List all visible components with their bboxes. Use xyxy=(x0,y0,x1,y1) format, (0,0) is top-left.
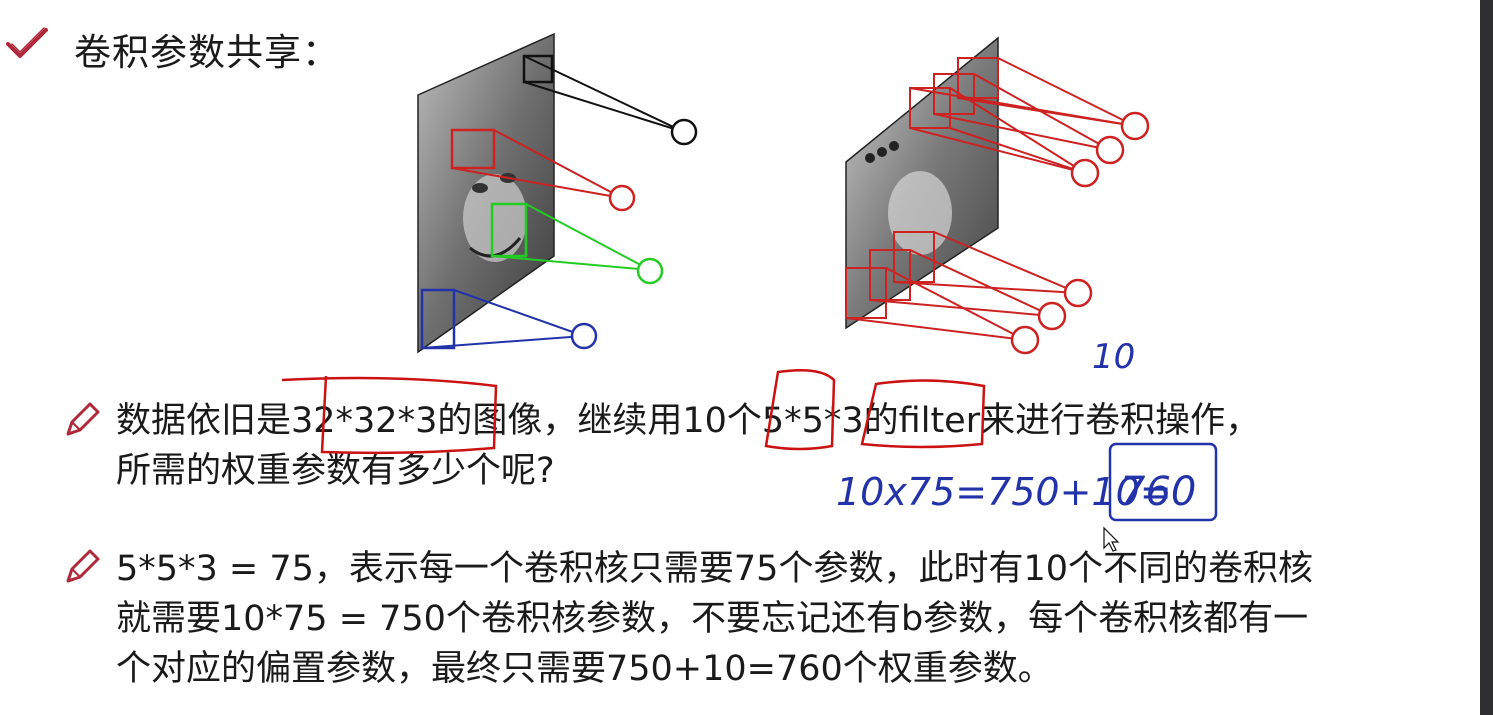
slide-title: 卷积参数共享： xyxy=(74,31,340,74)
neuron-blue xyxy=(570,322,598,350)
neuron-shared-1 xyxy=(1120,111,1150,141)
right-conv-figure xyxy=(845,36,1150,355)
neuron-shared-5 xyxy=(1037,301,1067,331)
neuron-shared-4 xyxy=(1063,278,1093,308)
pencil-icon-2 xyxy=(66,549,100,583)
neuron-shared-3 xyxy=(1070,158,1100,188)
answer-line-2: 就需要10*75 = 750个卷积核参数，不要忘记还有b参数，每个卷积核都有一 xyxy=(116,599,1309,639)
answer-line-3: 个对应的偏置参数，最终只需要750+10=760个权重参数。 xyxy=(116,649,1053,689)
neuron-black xyxy=(670,118,698,146)
left-conv-figure xyxy=(417,32,698,354)
answer-paragraph: 5*5*3 = 75，表示每一个卷积核只需要75个参数，此时有10个不同的卷积核… xyxy=(116,544,1313,694)
question-line-2: 所需的权重参数有多少个呢? xyxy=(116,451,555,491)
neuron-shared-6 xyxy=(1010,325,1040,355)
neuron-shared-2 xyxy=(1095,135,1125,165)
answer-line-1: 5*5*3 = 75，表示每一个卷积核只需要75个参数，此时有10个不同的卷积核 xyxy=(116,549,1313,589)
neuron-red xyxy=(608,184,636,212)
window-edge xyxy=(1480,0,1493,715)
pencil-icon xyxy=(66,402,100,436)
checkmark-icon xyxy=(6,27,48,58)
neuron-green xyxy=(636,257,664,285)
question-paragraph: 数据依旧是32*32*3的图像，继续用10个5*5*3的filter来进行卷积操… xyxy=(116,396,1260,496)
question-line-1: 数据依旧是32*32*3的图像，继续用10个5*5*3的filter来进行卷积操… xyxy=(116,401,1261,441)
